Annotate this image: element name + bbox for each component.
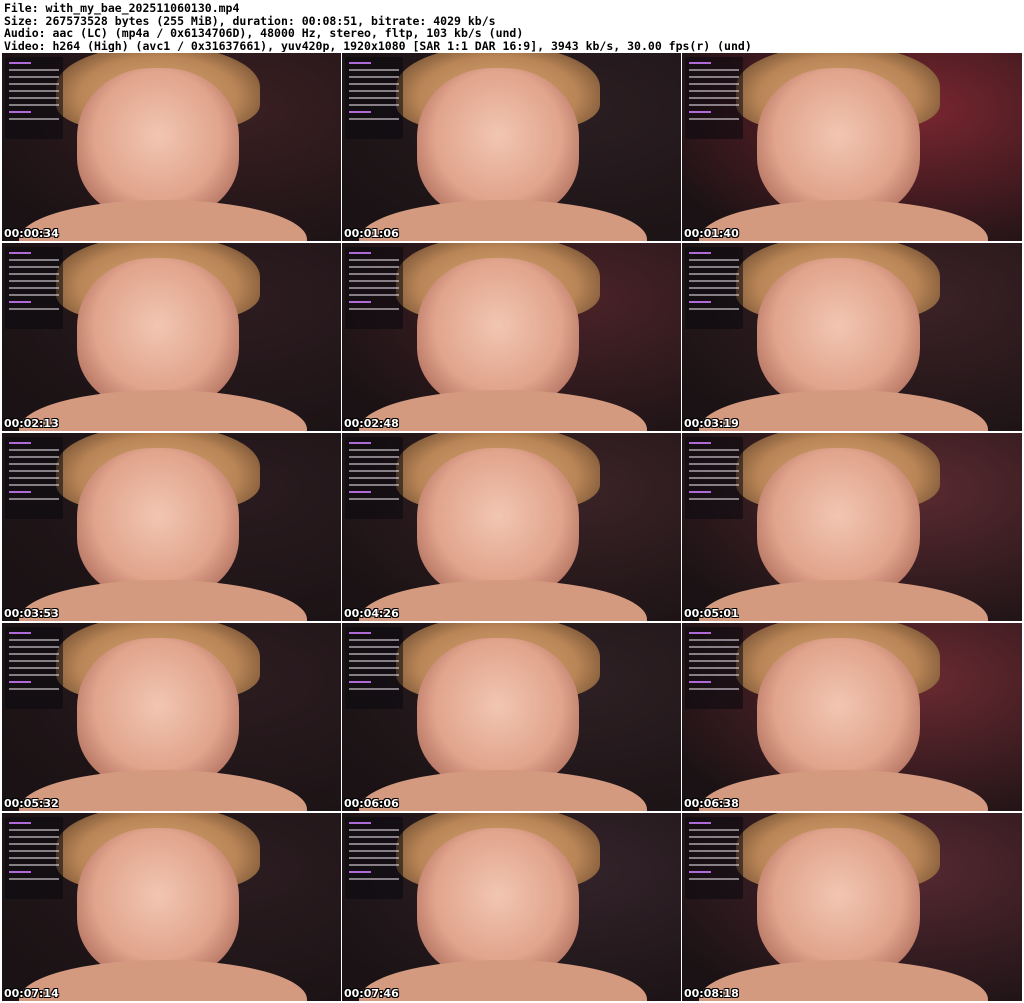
thumbnail-overlay-panel	[5, 247, 63, 329]
video-thumbnail: 00:05:01	[682, 433, 1022, 621]
thumbnail-timestamp: 00:02:13	[4, 417, 59, 430]
thumbnail-figure-face	[76, 68, 240, 219]
video-thumbnail: 00:07:14	[2, 813, 341, 1001]
video-thumbnail: 00:03:19	[682, 243, 1022, 431]
video-thumbnail: 00:02:48	[342, 243, 681, 431]
thumbnail-figure-face	[756, 828, 920, 979]
video-thumbnail: 00:02:13	[2, 243, 341, 431]
thumbnail-figure-face	[756, 638, 920, 789]
thumbnail-timestamp: 00:03:19	[684, 417, 739, 430]
thumbnail-overlay-panel	[685, 437, 743, 519]
file-info-header: File: with_my_bae_202511060130.mp4 Size:…	[4, 2, 1020, 52]
thumbnail-timestamp: 00:02:48	[344, 417, 399, 430]
thumbnail-timestamp: 00:03:53	[4, 607, 59, 620]
thumbnail-overlay-panel	[685, 627, 743, 709]
thumbnail-figure-face	[416, 68, 580, 219]
thumbnail-overlay-panel	[345, 57, 403, 139]
video-thumbnail: 00:03:53	[2, 433, 341, 621]
thumbnail-figure-face	[76, 638, 240, 789]
video-thumbnail: 00:01:06	[342, 53, 681, 241]
video-info-line: Video: h264 (High) (avc1 / 0x31637661), …	[4, 39, 752, 52]
thumbnail-figure-face	[416, 258, 580, 409]
thumbnail-overlay-panel	[685, 57, 743, 139]
thumbnail-timestamp: 00:05:01	[684, 607, 739, 620]
thumbnail-overlay-panel	[345, 817, 403, 899]
thumbnail-timestamp: 00:05:32	[4, 797, 59, 810]
thumbnail-figure-face	[76, 828, 240, 979]
thumbnail-figure-face	[756, 258, 920, 409]
thumbnail-figure-face	[416, 828, 580, 979]
video-thumbnail: 00:06:38	[682, 623, 1022, 811]
thumbnail-grid: 00:00:34 00:01:06 00:01:40 00:02:13 00:02:48…	[2, 53, 1022, 1001]
thumbnail-overlay-panel	[345, 437, 403, 519]
thumbnail-figure-face	[416, 448, 580, 599]
thumbnail-overlay-panel	[345, 247, 403, 329]
video-thumbnail: 00:00:34	[2, 53, 341, 241]
thumbnail-timestamp: 00:08:18	[684, 987, 739, 1000]
thumbnail-figure-face	[76, 448, 240, 599]
thumbnail-timestamp: 00:07:14	[4, 987, 59, 1000]
video-thumbnail: 00:07:46	[342, 813, 681, 1001]
thumbnail-overlay-panel	[5, 57, 63, 139]
audio-info-line: Audio: aac (LC) (mp4a / 0x6134706D), 480…	[4, 27, 524, 40]
thumbnail-overlay-panel	[685, 247, 743, 329]
thumbnail-figure-face	[756, 448, 920, 599]
video-thumbnail: 00:06:06	[342, 623, 681, 811]
thumbnail-overlay-panel	[5, 817, 63, 899]
thumbnail-figure-face	[756, 68, 920, 219]
thumbnail-overlay-panel	[5, 437, 63, 519]
thumbnail-overlay-panel	[685, 817, 743, 899]
thumbnail-timestamp: 00:00:34	[4, 227, 59, 240]
video-thumbnail: 00:05:32	[2, 623, 341, 811]
thumbnail-timestamp: 00:07:46	[344, 987, 399, 1000]
file-size-line: Size: 267573528 bytes (255 MiB), duratio…	[4, 14, 496, 27]
thumbnail-timestamp: 00:04:26	[344, 607, 399, 620]
file-name-line: File: with_my_bae_202511060130.mp4	[4, 2, 240, 15]
thumbnail-timestamp: 00:06:38	[684, 797, 739, 810]
thumbnail-timestamp: 00:01:40	[684, 227, 739, 240]
video-thumbnail: 00:08:18	[682, 813, 1022, 1001]
thumbnail-figure-face	[416, 638, 580, 789]
thumbnail-figure-face	[76, 258, 240, 409]
thumbnail-timestamp: 00:06:06	[344, 797, 399, 810]
thumbnail-timestamp: 00:01:06	[344, 227, 399, 240]
thumbnail-overlay-panel	[345, 627, 403, 709]
video-thumbnail: 00:01:40	[682, 53, 1022, 241]
video-thumbnail: 00:04:26	[342, 433, 681, 621]
thumbnail-overlay-panel	[5, 627, 63, 709]
